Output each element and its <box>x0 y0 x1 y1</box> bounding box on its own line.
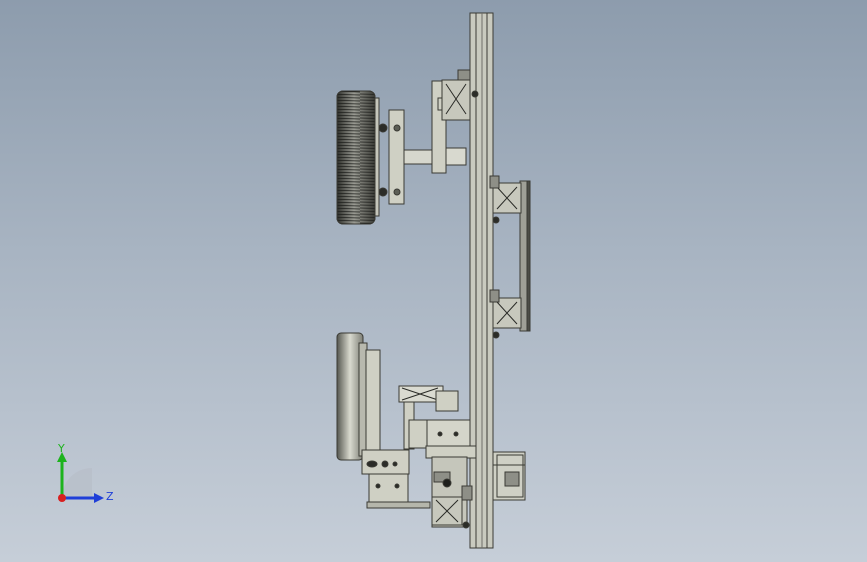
orientation-triad: Y Z <box>48 440 128 510</box>
z-axis-head <box>94 493 104 503</box>
upper-wheel-assembly <box>336 69 479 225</box>
assembly-model[interactable] <box>0 0 867 562</box>
x-axis-dot <box>58 494 66 502</box>
lower-clamp-block <box>492 451 526 501</box>
z-axis-label: Z <box>106 490 114 503</box>
right-bracket-assembly <box>489 175 531 339</box>
cad-viewport[interactable]: Y Z <box>0 0 867 562</box>
y-axis-label: Y <box>58 442 65 455</box>
